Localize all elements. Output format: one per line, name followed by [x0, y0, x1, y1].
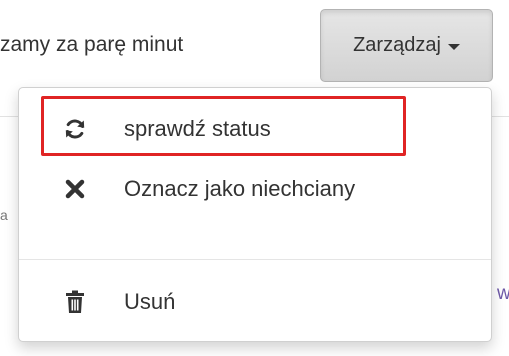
menu-item-delete[interactable]: Usuń: [19, 276, 491, 328]
menu-item-label: Usuń: [124, 289, 176, 314]
menu-item-mark-unwanted[interactable]: Oznacz jako niechciany: [19, 163, 491, 215]
caret-down-icon: [447, 43, 460, 50]
status-message: zamy za parę minut: [0, 33, 184, 56]
trash-icon: [63, 290, 87, 314]
menu-item-label: Oznacz jako niechciany: [124, 176, 356, 201]
close-icon: [63, 177, 87, 201]
background-text-fragment: a: [0, 207, 8, 223]
menu-divider: [19, 259, 491, 260]
manage-button-label: Zarządzaj: [353, 34, 441, 56]
manage-dropdown-button[interactable]: Zarządzaj: [320, 9, 493, 82]
page: zamy za parę minut a w Zarządzaj sprawdź…: [0, 0, 509, 356]
background-link-fragment[interactable]: w: [497, 283, 509, 305]
manage-dropdown-menu: sprawdź status Oznacz jako niechciany Us…: [18, 87, 492, 342]
highlight-annotation: [41, 96, 406, 156]
